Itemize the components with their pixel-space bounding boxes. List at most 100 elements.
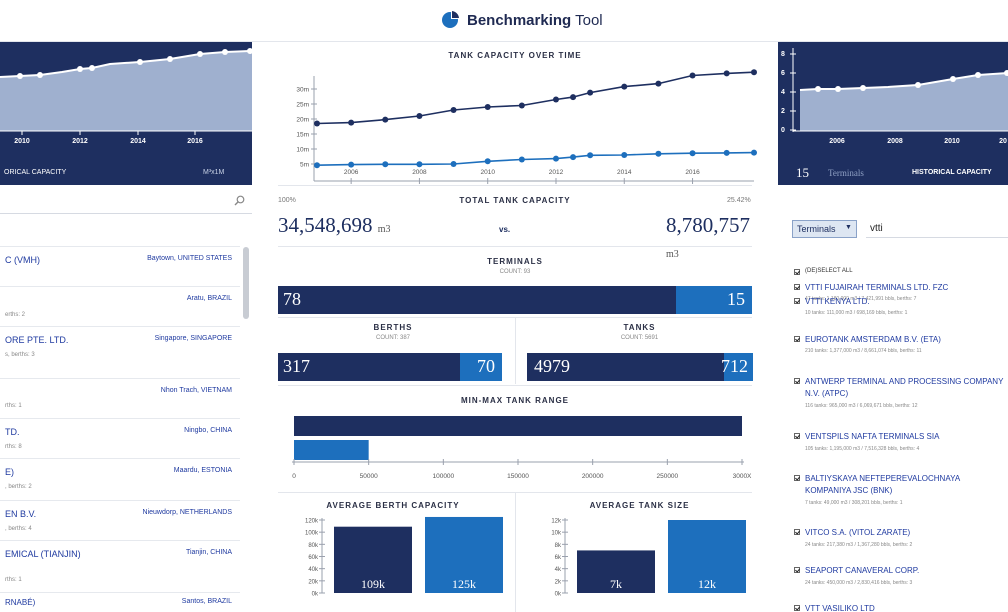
x-tick-label: 150000 [507, 473, 529, 480]
item-checkbox[interactable] [794, 298, 800, 304]
top-bar: Benchmarking Tool [0, 0, 1008, 42]
item-checkbox[interactable] [794, 378, 800, 384]
list-item-sub: rths: 8 [5, 444, 22, 450]
bar-value-label: 7k [610, 577, 622, 591]
left-chart-footer: ORICAL CAPACITY M³x1M [0, 163, 252, 185]
left-history-chart-svg: 2010 2012 2014 2016 [0, 48, 252, 145]
item-checkbox[interactable] [794, 336, 800, 342]
left-list-scrollbar[interactable] [243, 247, 249, 319]
minmax-range-chart: 0 50000 100000 150000 200000 250000 3000X [292, 416, 752, 480]
data-point [450, 161, 457, 167]
y-tick-label: 80k [308, 543, 319, 549]
list-item[interactable]: RNABÉ) Santos, BRAZIL [0, 592, 240, 612]
series-line [316, 71, 755, 125]
list-item[interactable]: EMICAL (TIANJIN) Tianjin, CHINA rths: 1 [0, 540, 240, 596]
left-search-input[interactable] [4, 192, 224, 210]
bar-value-label: 12k [698, 577, 716, 591]
divider [515, 317, 516, 384]
filter-type-select[interactable]: Terminals ▼ [792, 220, 857, 238]
item-name: SEAPORT CANAVERAL CORP. [805, 566, 920, 575]
item-checkbox[interactable] [794, 605, 800, 611]
data-point [621, 83, 628, 90]
item-sub: 24 tanks: 450,000 m3 / 2,830,416 bbls, b… [805, 580, 913, 586]
list-item-name: ORE PTE. LTD. [5, 335, 69, 345]
data-point [382, 161, 389, 168]
y-tick-label: 0k [312, 592, 319, 597]
data-point [416, 113, 423, 119]
item-checkbox[interactable] [794, 475, 800, 481]
y-tick-label: 25m [296, 102, 309, 109]
y-tick-label: 60k [308, 555, 319, 561]
list-item[interactable]: EUROTANK AMSTERDAM B.V. (ETA) 210 tanks:… [794, 334, 1008, 358]
y-tick-label: 30m [296, 87, 309, 94]
item-sub: 105 tanks: 1,195,000 m3 / 7,516,328 bbls… [805, 446, 920, 452]
item-name: ANTWERP TERMINAL AND PROCESSING COMPANY … [805, 377, 1004, 398]
list-item[interactable]: E) Maardu, ESTONIA , berths: 2 [0, 458, 240, 506]
data-point [450, 107, 457, 113]
berths-bar: 317 70 [278, 353, 502, 381]
x-tick-label: 2016 [685, 169, 700, 176]
list-item-location: Maardu, ESTONIA [173, 467, 232, 474]
item-checkbox[interactable] [794, 567, 800, 573]
data-point [552, 96, 559, 103]
list-item[interactable]: VITCO S.A. (VITOL ZARATE) 24 tanks: 217,… [794, 527, 1008, 551]
item-sub: 116 tanks: 965,000 m3 / 6,069,671 bbls, … [805, 403, 918, 409]
data-point [723, 70, 730, 77]
deselect-all-row[interactable]: (DE)SELECT ALL [794, 267, 914, 277]
list-item-name: EN B.V. [5, 509, 37, 519]
item-checkbox[interactable] [794, 529, 800, 535]
left-chart-footer-title: ORICAL CAPACITY [4, 169, 67, 176]
right-x-tick-20: 20 [999, 138, 1007, 145]
search-icon[interactable] [234, 195, 245, 206]
list-item[interactable]: ORE PTE. LTD. Singapore, SINGAPORE s, be… [0, 326, 240, 374]
terminal-search-input[interactable] [866, 220, 1008, 238]
item-checkbox[interactable] [794, 284, 800, 290]
right-panel: 8 6 4 2 0 2006 2008 2010 20 15 Terminals [778, 42, 1008, 612]
terminal-count-label: Terminals [828, 168, 864, 178]
chevron-down-icon: ▼ [845, 224, 852, 231]
data-point [621, 152, 628, 158]
terminals-count: COUNT: 93 [499, 269, 531, 275]
list-item-name: RNABÉ) [5, 598, 36, 607]
data-point [518, 102, 525, 109]
data-point [484, 104, 491, 110]
berths-left-value: 317 [283, 356, 310, 376]
terminals-title: TERMINALS [487, 257, 543, 266]
left-x-tick-2016: 2016 [187, 138, 203, 145]
list-item[interactable]: BALTIYSKAYA NEFTEPEREVALOCHNAYA KOMPANIY… [794, 473, 1008, 511]
list-item[interactable]: VTTI KENYA LTD. 10 tanks: 111,000 m3 / 6… [794, 296, 1008, 320]
deselect-all-checkbox[interactable] [794, 269, 800, 275]
tank-capacity-chart-title: TANK CAPACITY OVER TIME [448, 51, 582, 60]
min-range-bar [294, 440, 369, 460]
list-item-sub: erths: 2 [5, 312, 26, 318]
terminals-left-value: 78 [283, 289, 301, 309]
bar-value-label: 125k [452, 577, 476, 591]
item-sub: 10 tanks: 111,000 m3 / 698,169 bbls, ber… [805, 310, 908, 316]
left-x-tick-2014: 2014 [130, 138, 146, 145]
avg-berth-chart: 120k 100k 80k 60k 40k 20k 0k 109k 125k [305, 516, 503, 597]
right-y-tick-8: 8 [781, 51, 785, 58]
x-tick-label: 2010 [480, 169, 495, 176]
list-item[interactable]: VTT VASILIKO LTD [794, 603, 1008, 612]
item-sub: 7 tanks: 49,000 m3 / 308,201 bbls, berth… [805, 500, 903, 506]
list-item[interactable]: SEAPORT CANAVERAL CORP. 24 tanks: 450,00… [794, 565, 1008, 589]
data-point [416, 161, 423, 168]
y-tick-label: 2k [555, 579, 562, 585]
app-title-rest: Tool [575, 11, 603, 29]
total-left-value: 34,548,698 m3 [278, 213, 391, 238]
divider [278, 246, 752, 247]
data-point [570, 94, 577, 101]
data-point [751, 149, 757, 156]
data-point [751, 69, 757, 76]
y-tick-label: 12k [551, 519, 562, 525]
item-checkbox[interactable] [794, 433, 800, 439]
y-tick-label: 20m [296, 117, 309, 124]
list-item[interactable]: VENTSPILS NAFTA TERMINALS SIA 105 tanks:… [794, 431, 1008, 455]
list-item-name: TD. [5, 427, 20, 437]
list-item-name: E) [5, 467, 14, 477]
list-item-location: Baytown, UNITED STATES [147, 255, 232, 262]
list-item[interactable]: ANTWERP TERMINAL AND PROCESSING COMPANY … [794, 376, 1008, 414]
data-point [314, 162, 320, 169]
total-capacity-title: TOTAL TANK CAPACITY [459, 196, 571, 205]
left-x-tick-2010: 2010 [14, 138, 30, 145]
